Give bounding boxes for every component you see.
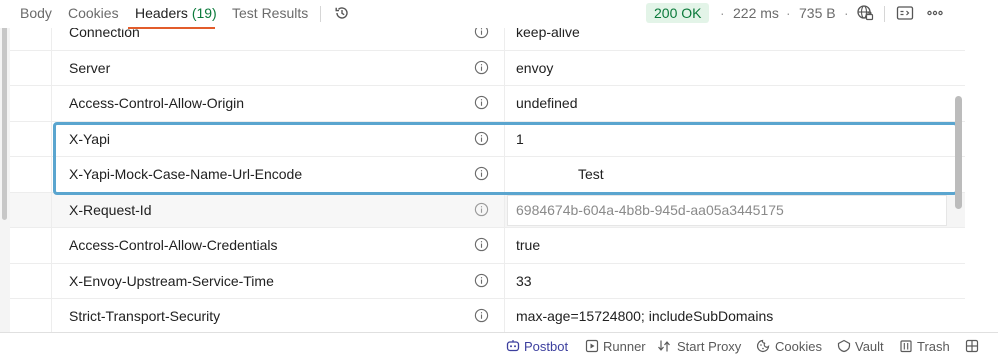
trash-button[interactable]: Trash	[917, 339, 950, 354]
table-row: X-Yapi-Mock-Case-Name-Url-Encode Test	[10, 157, 965, 193]
tab-headers-label: Headers	[135, 5, 188, 21]
tab-cookies[interactable]: Cookies	[68, 5, 119, 21]
header-value[interactable]: 33	[516, 273, 532, 289]
headers-table: Connection keep-alive Server envoy Acces…	[10, 15, 965, 335]
response-time[interactable]: 222 ms	[733, 5, 779, 21]
tab-headers[interactable]: Headers (19)	[135, 5, 217, 21]
runner-icon[interactable]	[585, 339, 599, 353]
divider	[320, 6, 321, 22]
header-value[interactable]: undefined	[516, 95, 578, 111]
info-icon[interactable]	[474, 60, 489, 75]
tab-body[interactable]: Body	[20, 5, 52, 21]
vault-button[interactable]: Vault	[855, 339, 884, 354]
info-icon[interactable]	[474, 308, 489, 323]
header-key: X-Envoy-Upstream-Service-Time	[69, 272, 274, 289]
network-globe-icon[interactable]	[856, 4, 874, 22]
header-key: X-Yapi-Mock-Case-Name-Url-Encode	[69, 166, 303, 182]
table-row: Strict-Transport-Security max-age=157248…	[10, 299, 965, 335]
response-size[interactable]: 735 B	[799, 5, 836, 21]
info-icon[interactable]	[474, 273, 489, 288]
vault-icon[interactable]	[837, 339, 851, 353]
trash-icon[interactable]	[899, 339, 913, 353]
header-key: Access-Control-Allow-Origin	[69, 95, 245, 111]
info-icon[interactable]	[474, 237, 489, 252]
info-icon[interactable]	[474, 166, 489, 181]
cookie-icon[interactable]	[756, 339, 770, 353]
header-value[interactable]: true	[516, 237, 540, 253]
tab-headers-count: (19)	[191, 5, 217, 21]
response-tab-bar: Body Cookies Headers (19) Test Results 2…	[0, 0, 998, 29]
separator-dot: ·	[720, 5, 725, 21]
postbot-icon[interactable]	[506, 339, 520, 353]
info-icon[interactable]	[474, 202, 489, 217]
header-key: X-Yapi	[69, 130, 110, 147]
header-value[interactable]: max-age=15724800; includeSubDomains	[516, 308, 773, 324]
table-row: X-Request-Id 6984674b-604a-4b8b-945d-aa0…	[10, 192, 965, 228]
status-badge[interactable]: 200 OK	[646, 3, 710, 23]
status-bar: Postbot Runner Start Proxy Cookies Vault…	[0, 332, 998, 360]
info-icon[interactable]	[474, 131, 489, 146]
divider	[884, 6, 885, 22]
table-row: Server envoy	[10, 50, 965, 86]
vertical-scrollbar[interactable]	[955, 96, 962, 209]
layout-toggle-icon[interactable]	[965, 339, 979, 353]
separator-dot: ·	[786, 5, 791, 21]
postbot-button[interactable]: Postbot	[524, 339, 568, 354]
header-key: Server	[69, 59, 111, 76]
runner-button[interactable]: Runner	[603, 339, 646, 354]
table-row: Access-Control-Allow-Origin undefined	[10, 86, 965, 122]
save-response-icon[interactable]	[896, 4, 914, 22]
header-value[interactable]: envoy	[516, 60, 553, 76]
header-value[interactable]: 1	[516, 131, 524, 147]
table-row: X-Envoy-Upstream-Service-Time 33	[10, 263, 965, 299]
proxy-icon[interactable]	[657, 339, 671, 353]
table-row: Access-Control-Allow-Credentials true	[10, 228, 965, 264]
separator-dot: ·	[844, 5, 849, 21]
cookies-button[interactable]: Cookies	[775, 339, 822, 354]
tab-test-results[interactable]: Test Results	[232, 5, 308, 21]
header-value[interactable]: 6984674b-604a-4b8b-945d-aa05a3445175	[516, 202, 784, 218]
left-gutter	[0, 0, 10, 334]
history-icon[interactable]	[333, 4, 351, 22]
table-row: X-Yapi 1	[10, 121, 965, 157]
header-key: Strict-Transport-Security	[69, 308, 221, 324]
active-tab-indicator	[128, 27, 215, 29]
header-key: X-Request-Id	[69, 201, 152, 218]
more-options-icon[interactable]	[926, 4, 944, 22]
info-icon[interactable]	[474, 95, 489, 110]
start-proxy-button[interactable]: Start Proxy	[677, 339, 741, 354]
header-key: Access-Control-Allow-Credentials	[69, 237, 278, 253]
header-value[interactable]: Test	[578, 166, 604, 182]
left-scrollbar[interactable]	[2, 0, 7, 220]
